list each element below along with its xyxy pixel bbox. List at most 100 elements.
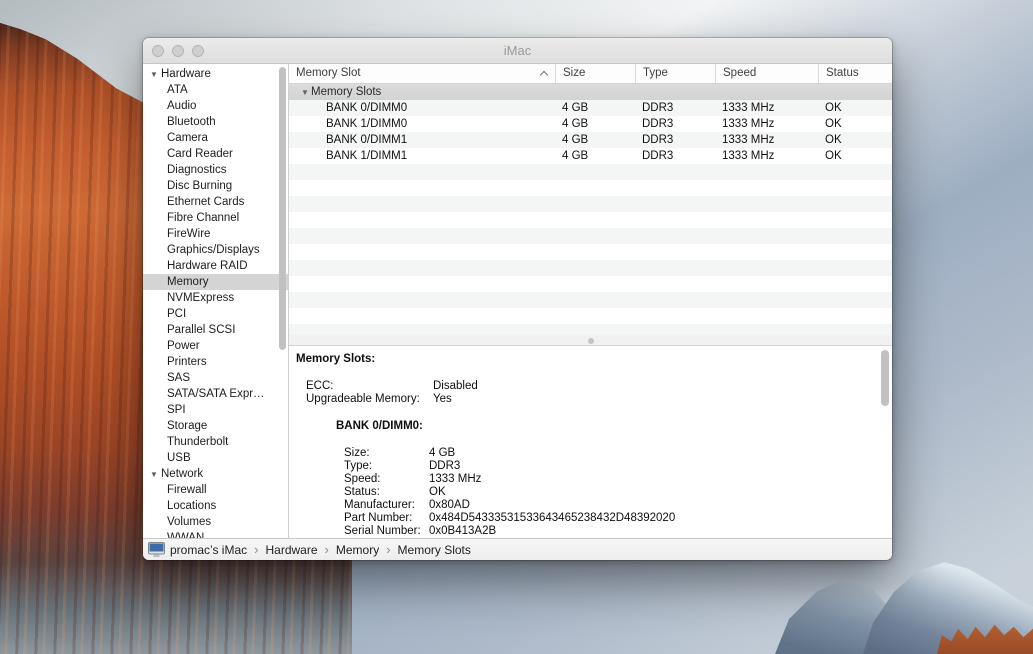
detail-field-label: Manufacturer:	[344, 499, 429, 512]
sidebar-section-network[interactable]: ▼Network	[143, 466, 288, 482]
sidebar-item-memory[interactable]: Memory	[143, 274, 288, 290]
sidebar-item-label: Disc Burning	[167, 180, 232, 192]
sidebar-item-pci[interactable]: PCI	[143, 306, 288, 322]
detail-field-row: Manufacturer:0x80AD	[296, 499, 892, 512]
sidebar-item-parallel-scsi[interactable]: Parallel SCSI	[143, 322, 288, 338]
detail-field-row: Serial Number:0x0B413A2B	[296, 525, 892, 538]
sidebar-item-nvmexpress[interactable]: NVMExpress	[143, 290, 288, 306]
detail-field-label: Type:	[344, 460, 429, 473]
sidebar-item-volumes[interactable]: Volumes	[143, 514, 288, 530]
sidebar-item-label: Ethernet Cards	[167, 196, 244, 208]
table-header: Memory Slot SizeType Speed Status	[289, 64, 892, 84]
detail-field-value: DDR3	[429, 460, 460, 473]
table-cell: OK	[819, 148, 892, 164]
sidebar-item-firewall[interactable]: Firewall	[143, 482, 288, 498]
table-cell: OK	[819, 132, 892, 148]
sidebar: ▼Hardware ATA Audio Bluetooth Camera Card Rea…	[143, 64, 289, 538]
table-cell: 1333 MHz	[716, 132, 819, 148]
detail-field-row: Speed:1333 MHz	[296, 473, 892, 486]
column-header-label: Memory Slot	[296, 67, 361, 79]
column-header-speed[interactable]: Speed	[716, 64, 819, 83]
pane-splitter[interactable]	[289, 335, 892, 346]
breadcrumb-item-promac-s-imac: promac’s iMac	[170, 543, 247, 557]
detail-title: Memory Slots:	[296, 353, 892, 366]
sidebar-item-printers[interactable]: Printers	[143, 354, 288, 370]
window-titlebar[interactable]: iMac	[143, 38, 892, 64]
disclosure-triangle-icon[interactable]: ▼	[150, 467, 161, 483]
sidebar-item-sata-sata-expr[interactable]: SATA/SATA Expr…	[143, 386, 288, 402]
system-information-window: iMac ▼Hardware ATA Audio Bluetooth Camera Car…	[143, 38, 892, 560]
sidebar-item-power[interactable]: Power	[143, 338, 288, 354]
sidebar-tree: ▼Hardware ATA Audio Bluetooth Camera Card Rea…	[143, 66, 288, 538]
sidebar-item-locations[interactable]: Locations	[143, 498, 288, 514]
disclosure-triangle-icon[interactable]: ▼	[301, 85, 311, 101]
table-row[interactable]: BANK 0/DIMM14 GBDDR31333 MHzOK	[289, 132, 892, 148]
table-cell: DDR3	[636, 132, 716, 148]
sidebar-item-hardware-raid[interactable]: Hardware RAID	[143, 258, 288, 274]
detail-field-value: 0x484D54333531533643465238432D48392020	[429, 512, 675, 525]
sidebar-item-card-reader[interactable]: Card Reader	[143, 146, 288, 162]
column-header-memory-slot[interactable]: Memory Slot	[289, 64, 556, 83]
detail-field-value: 0x80AD	[429, 499, 470, 512]
disclosure-triangle-icon[interactable]: ▼	[150, 67, 161, 83]
sidebar-section-hardware[interactable]: ▼Hardware	[143, 66, 288, 82]
sidebar-item-label: Camera	[167, 132, 208, 144]
sidebar-item-firewire[interactable]: FireWire	[143, 226, 288, 242]
sidebar-item-label: Volumes	[167, 516, 211, 528]
sidebar-item-thunderbolt[interactable]: Thunderbolt	[143, 434, 288, 450]
table-cell: OK	[819, 116, 892, 132]
column-header-status[interactable]: Status	[819, 64, 892, 83]
detail-field-label: Serial Number:	[344, 525, 429, 538]
detail-scrollbar-thumb[interactable]	[881, 350, 889, 406]
sidebar-item-storage[interactable]: Storage	[143, 418, 288, 434]
sidebar-item-camera[interactable]: Camera	[143, 130, 288, 146]
zoom-button[interactable]	[192, 45, 204, 57]
window-main: ▼Hardware ATA Audio Bluetooth Camera Card Rea…	[143, 64, 892, 538]
sidebar-item-spi[interactable]: SPI	[143, 402, 288, 418]
sidebar-item-usb[interactable]: USB	[143, 450, 288, 466]
detail-field-label: Size:	[344, 447, 429, 460]
sidebar-item-sas[interactable]: SAS	[143, 370, 288, 386]
column-header-size[interactable]: Size	[556, 64, 636, 83]
sidebar-item-wwan[interactable]: WWAN	[143, 530, 288, 538]
column-header-type[interactable]: Type	[636, 64, 716, 83]
column-header-label: Speed	[723, 67, 756, 79]
detail-field-row: Upgradeable Memory:Yes	[296, 393, 892, 406]
sidebar-item-label: Memory	[167, 276, 209, 288]
sidebar-item-fibre-channel[interactable]: Fibre Channel	[143, 210, 288, 226]
table-cell: 4 GB	[556, 148, 636, 164]
table-row[interactable]: BANK 1/DIMM14 GBDDR31333 MHzOK	[289, 148, 892, 164]
close-button[interactable]	[152, 45, 164, 57]
memory-table-pane: Memory Slot SizeType Speed Status ▼Memory S…	[289, 64, 892, 335]
table-cell: BANK 1/DIMM0	[289, 116, 556, 132]
sidebar-item-label: Hardware RAID	[167, 260, 248, 272]
sidebar-item-label: Audio	[167, 100, 196, 112]
detail-field-row: ECC:Disabled	[296, 380, 892, 393]
sidebar-scrollbar-thumb[interactable]	[279, 67, 286, 350]
breadcrumb-item-memory: Memory	[336, 543, 379, 557]
table-row[interactable]: BANK 1/DIMM04 GBDDR31333 MHzOK	[289, 116, 892, 132]
table-cell: DDR3	[636, 148, 716, 164]
detail-field-label: ECC:	[306, 380, 433, 393]
sidebar-item-diagnostics[interactable]: Diagnostics	[143, 162, 288, 178]
table-cell: DDR3	[636, 116, 716, 132]
table-body: ▼Memory Slots BANK 0/DIMM04 GBDDR31333 M…	[289, 84, 892, 335]
sidebar-item-audio[interactable]: Audio	[143, 98, 288, 114]
sidebar-item-disc-burning[interactable]: Disc Burning	[143, 178, 288, 194]
sidebar-item-label: Parallel SCSI	[167, 324, 235, 336]
sidebar-item-graphics-displays[interactable]: Graphics/Displays	[143, 242, 288, 258]
sidebar-item-ata[interactable]: ATA	[143, 82, 288, 98]
detail-field-label: Speed:	[344, 473, 429, 486]
breadcrumb-separator: ›	[325, 542, 329, 557]
minimize-button[interactable]	[172, 45, 184, 57]
sidebar-section-label: Network	[161, 468, 203, 480]
sidebar-item-label: ATA	[167, 84, 188, 96]
table-group-row[interactable]: ▼Memory Slots	[289, 84, 892, 100]
sidebar-item-bluetooth[interactable]: Bluetooth	[143, 114, 288, 130]
table-cell: BANK 0/DIMM0	[289, 100, 556, 116]
detail-field-row: Part Number:0x484D5433353153364346523843…	[296, 512, 892, 525]
sidebar-item-ethernet-cards[interactable]: Ethernet Cards	[143, 194, 288, 210]
splitter-handle-icon[interactable]	[588, 338, 594, 344]
sidebar-item-label: Printers	[167, 356, 207, 368]
table-row[interactable]: BANK 0/DIMM04 GBDDR31333 MHzOK	[289, 100, 892, 116]
